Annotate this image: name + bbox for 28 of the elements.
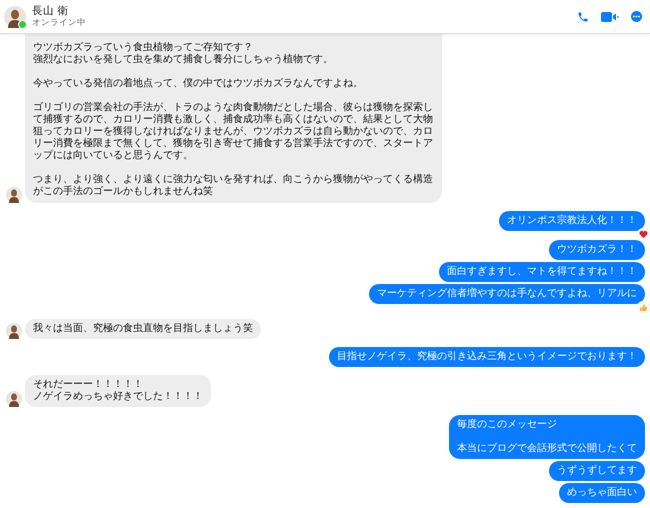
message-text: つまり、より強く、より遠くに強力な匂いを発すれば、向こうから獲物がやってくる構造がこの手法のゴールかもしれませんね笑 (33, 174, 433, 198)
avatar (6, 323, 22, 339)
avatar (6, 187, 22, 203)
video-camera-icon[interactable] (601, 12, 619, 22)
thumbs-up-reaction-icon (637, 301, 649, 313)
message-text: めっちゃ面白い (567, 487, 637, 499)
message-text: 面白すぎますし、マトを得てますね！！！ (447, 266, 637, 278)
more-options-icon[interactable] (631, 11, 642, 22)
message-text: ゴリゴリの営業会社の手法が、トラのような肉食動物だとした場合、彼らは獲物を探索して捕獲するので、カロリー消費も激しく、捕食成功率も高くはないので、結果として大物狙ってカロリーを獲得しなければなりませんが、ウツボカズラは自ら動かないので、カロリー消費を極限まで無くして、獲物を引き寄せて捕食する営業手法ですので、スタートアップには向いていると思うんです。 (33, 102, 433, 162)
avatar (6, 391, 22, 407)
message-text: オリンポス宗教法人化！！！ (507, 215, 637, 227)
message-text: 今やっている発信の着地点って、僕の中ではウツボカズラなんですよね。 (33, 78, 364, 90)
message-text: 毎度のこのメッセージ (457, 419, 558, 431)
message-text: ノゲイラめっちゃ好きでした！！！！ (33, 391, 203, 403)
message-text: 我々は当面、究極の食虫直物を目指しましょう笑 (33, 323, 253, 335)
phone-icon[interactable] (577, 10, 589, 22)
contact-name: 長山 衛 (32, 4, 70, 18)
message-text: うずうずしてます (557, 465, 637, 477)
message-text: マーケティング信者増やすのは手なんですよね、リアルに (377, 288, 637, 300)
heart-reaction-icon (637, 228, 649, 240)
message-text: ウツボカズラ！！ (557, 244, 637, 256)
message-text: 強烈なにおいを発して虫を集めて捕食し養分にしちゃう植物です。 (33, 54, 334, 66)
avatar (4, 6, 26, 28)
message-text: ウツボカズラっていう食虫植物ってご存知です？ (33, 42, 254, 54)
message-text: 本当にブログで会話形式で公開したくて (457, 443, 637, 455)
contact-status: オンライン中 (32, 18, 87, 28)
message-text: 目指せノゲイラ、究極の引き込み三角というイメージでおります！ (337, 351, 637, 363)
message-text: それだーーー！！！！！ (33, 379, 144, 391)
